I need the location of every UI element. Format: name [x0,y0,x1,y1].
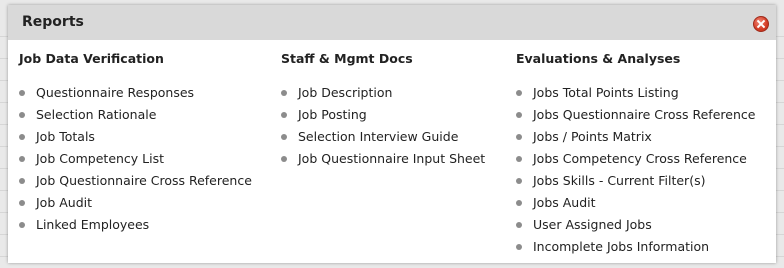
column-job-data-verification: Job Data Verification Questionnaire Resp… [19,51,252,239]
column-evaluations-analyses: Evaluations & Analyses Jobs Total Points… [516,51,755,261]
bullet-icon [281,112,287,118]
bullet-icon [516,156,522,162]
report-list: Questionnaire Responses Selection Ration… [19,85,252,239]
bullet-icon [19,134,25,140]
bullet-icon [516,134,522,140]
bullet-icon [19,200,25,206]
bullet-icon [516,112,522,118]
bullet-icon [516,90,522,96]
column-heading: Job Data Verification [19,51,164,66]
report-link-label[interactable]: Job Questionnaire Cross Reference [36,173,252,188]
report-link[interactable]: User Assigned Jobs [516,217,755,239]
report-link-label[interactable]: Selection Interview Guide [298,129,458,144]
report-link-label[interactable]: Jobs Skills - Current Filter(s) [533,173,705,188]
report-link[interactable]: Job Posting [281,107,485,129]
report-link[interactable]: Linked Employees [19,217,252,239]
report-link-label[interactable]: Questionnaire Responses [36,85,194,100]
report-link-label[interactable]: Jobs / Points Matrix [533,129,652,144]
report-link[interactable]: Questionnaire Responses [19,85,252,107]
report-link[interactable]: Incomplete Jobs Information [516,239,755,261]
report-link[interactable]: Job Questionnaire Input Sheet [281,151,485,173]
report-link[interactable]: Jobs Audit [516,195,755,217]
bullet-icon [516,244,522,250]
bullet-icon [281,134,287,140]
report-link-label[interactable]: Jobs Competency Cross Reference [533,151,747,166]
dialog-title: Reports [22,14,84,30]
report-link-label[interactable]: Jobs Questionnaire Cross Reference [533,107,755,122]
bullet-icon [19,112,25,118]
bullet-icon [281,90,287,96]
report-link-label[interactable]: Incomplete Jobs Information [533,239,709,254]
report-link[interactable]: Jobs Total Points Listing [516,85,755,107]
report-link-label[interactable]: Job Totals [36,129,95,144]
report-link[interactable]: Selection Interview Guide [281,129,485,151]
bullet-icon [19,222,25,228]
report-link[interactable]: Job Description [281,85,485,107]
report-link-label[interactable]: Selection Rationale [36,107,156,122]
bullet-icon [516,178,522,184]
bullet-icon [516,222,522,228]
bullet-icon [281,156,287,162]
dialog-titlebar: Reports [8,5,776,40]
report-link[interactable]: Job Questionnaire Cross Reference [19,173,252,195]
column-heading: Staff & Mgmt Docs [281,51,413,66]
report-link-label[interactable]: User Assigned Jobs [533,217,652,232]
report-link[interactable]: Job Audit [19,195,252,217]
report-link[interactable]: Jobs / Points Matrix [516,129,755,151]
report-link-label[interactable]: Job Competency List [36,151,164,166]
bullet-icon [19,90,25,96]
report-link-label[interactable]: Job Description [298,85,392,100]
report-link[interactable]: Jobs Competency Cross Reference [516,151,755,173]
report-list: Jobs Total Points Listing Jobs Questionn… [516,85,755,261]
report-link[interactable]: Selection Rationale [19,107,252,129]
report-link-label[interactable]: Job Audit [36,195,92,210]
report-link[interactable]: Jobs Skills - Current Filter(s) [516,173,755,195]
report-link[interactable]: Job Totals [19,129,252,151]
reports-dialog: Reports Job Data Verification Questionna… [8,5,776,263]
report-list: Job Description Job Posting Selection In… [281,85,485,173]
report-link-label[interactable]: Job Posting [298,107,367,122]
report-link-label[interactable]: Jobs Audit [533,195,596,210]
report-link-label[interactable]: Linked Employees [36,217,149,232]
report-link[interactable]: Jobs Questionnaire Cross Reference [516,107,755,129]
column-staff-mgmt-docs: Staff & Mgmt Docs Job Description Job Po… [281,51,485,173]
close-icon[interactable] [753,16,769,32]
bullet-icon [516,200,522,206]
report-link-label[interactable]: Jobs Total Points Listing [533,85,679,100]
bullet-icon [19,156,25,162]
column-heading: Evaluations & Analyses [516,51,681,66]
report-link-label[interactable]: Job Questionnaire Input Sheet [298,151,485,166]
report-link[interactable]: Job Competency List [19,151,252,173]
bullet-icon [19,178,25,184]
